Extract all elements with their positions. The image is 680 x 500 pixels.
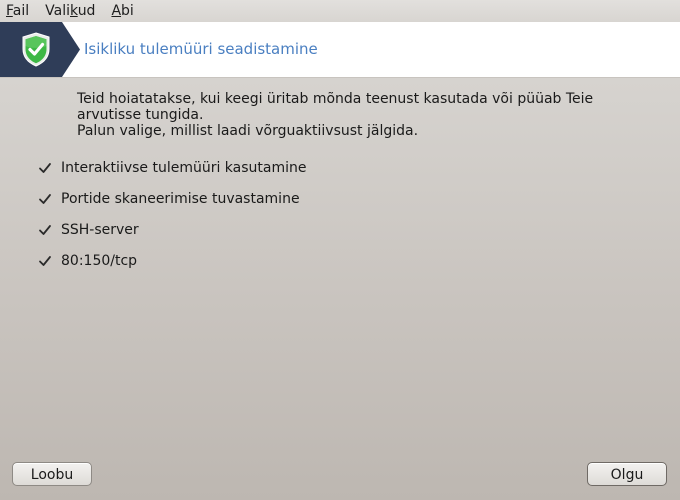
menu-file[interactable]: Fail: [0, 0, 37, 22]
menu-help[interactable]: Abi: [103, 0, 141, 22]
checkbox-port-80-150[interactable]: [38, 254, 52, 268]
option-label: 80:150/tcp: [61, 252, 138, 269]
option-port-scan-detection[interactable]: Portide skaneerimise tuvastamine: [38, 183, 307, 214]
options-list: Interaktiivse tulemüüri kasutamine Porti…: [38, 152, 307, 276]
option-ssh-server[interactable]: SSH-server: [38, 214, 307, 245]
menu-file-accel: F: [6, 3, 13, 19]
menu-options-pre: Vali: [45, 3, 70, 19]
page-title: Isikliku tulemüüri seadistamine: [84, 40, 318, 58]
ok-button[interactable]: Olgu: [587, 462, 667, 486]
menu-options-rest: ud: [77, 3, 96, 19]
intro-text: Teid hoiatatakse, kui keegi üritab mõnda…: [77, 91, 637, 139]
page-header: Isikliku tulemüüri seadistamine: [0, 22, 680, 78]
checkbox-port-scan-detection[interactable]: [38, 192, 52, 206]
menu-file-rest: ail: [12, 3, 30, 19]
intro-line-1: Teid hoiatatakse, kui keegi üritab mõnda…: [77, 91, 594, 107]
option-label: SSH-server: [61, 221, 139, 238]
option-label: Portide skaneerimise tuvastamine: [61, 190, 300, 207]
menu-options-accel: k: [70, 3, 78, 19]
cancel-button[interactable]: Loobu: [12, 462, 92, 486]
menu-help-rest: bi: [121, 3, 134, 19]
intro-line-2: arvutisse tungida.: [77, 107, 204, 123]
option-label: Interaktiivse tulemüüri kasutamine: [61, 159, 307, 176]
checkbox-interactive-firewall[interactable]: [38, 161, 52, 175]
checkbox-ssh-server[interactable]: [38, 223, 52, 237]
shield-check-icon: [0, 22, 80, 77]
menu-help-accel: A: [111, 3, 122, 19]
option-interactive-firewall[interactable]: Interaktiivse tulemüüri kasutamine: [38, 152, 307, 183]
menu-options[interactable]: Valikud: [37, 0, 103, 22]
menu-bar: Fail Valikud Abi: [0, 0, 680, 22]
intro-line-3: Palun valige, millist laadi võrguaktiivs…: [77, 123, 419, 139]
option-port-80-150[interactable]: 80:150/tcp: [38, 245, 307, 276]
